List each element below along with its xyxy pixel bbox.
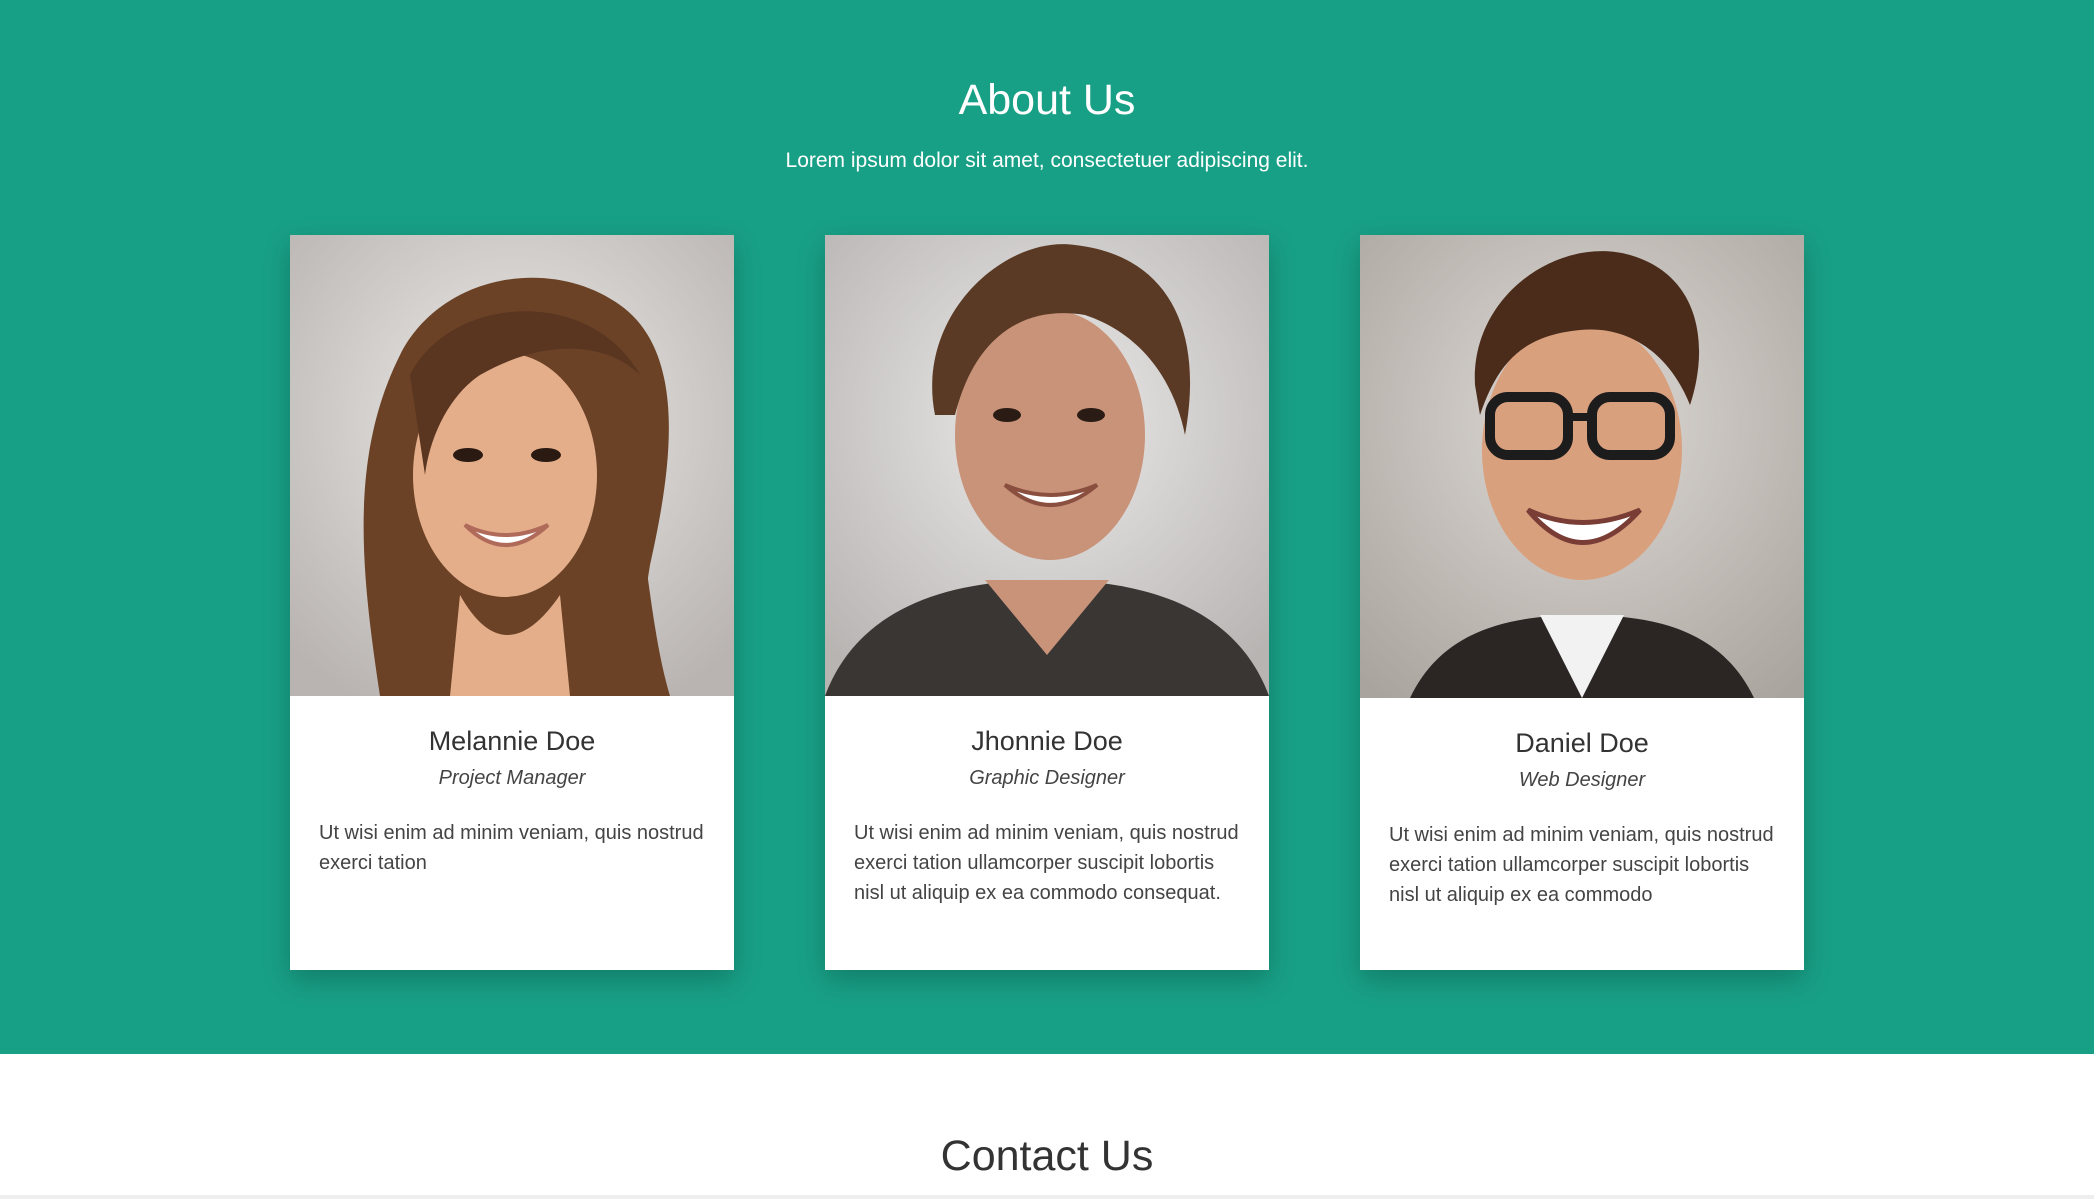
about-subtitle: Lorem ipsum dolor sit amet, consectetuer…	[785, 149, 1309, 172]
team-member-name: Melannie Doe	[428, 726, 596, 756]
team-card: Melannie Doe Project Manager Ut wisi eni…	[290, 235, 734, 970]
team-member-photo	[290, 235, 734, 696]
about-title: About Us	[958, 76, 1136, 124]
team-card: Daniel Doe Web Designer Ut wisi enim ad …	[1360, 235, 1804, 970]
divider	[0, 1195, 2094, 1199]
team-member-name: Jhonnie Doe	[971, 726, 1123, 756]
contact-title: Contact Us	[940, 1132, 1154, 1180]
team-member-role: Graphic Designer	[969, 767, 1125, 789]
about-section: About Us Lorem ipsum dolor sit amet, con…	[0, 0, 2094, 1054]
team-member-name: Daniel Doe	[1515, 728, 1649, 758]
team-member-bio: Ut wisi enim ad minim veniam, quis nostr…	[1389, 824, 1774, 906]
team-card: Jhonnie Doe Graphic Designer Ut wisi eni…	[825, 235, 1269, 970]
team-member-role: Project Manager	[438, 767, 586, 789]
team-member-photo	[825, 235, 1269, 696]
team-member-bio: Ut wisi enim ad minim veniam, quis nostr…	[854, 822, 1239, 904]
team-member-bio: Ut wisi enim ad minim veniam, quis nostr…	[319, 822, 704, 874]
team-member-role: Web Designer	[1518, 769, 1646, 791]
team-member-photo	[1360, 235, 1804, 698]
